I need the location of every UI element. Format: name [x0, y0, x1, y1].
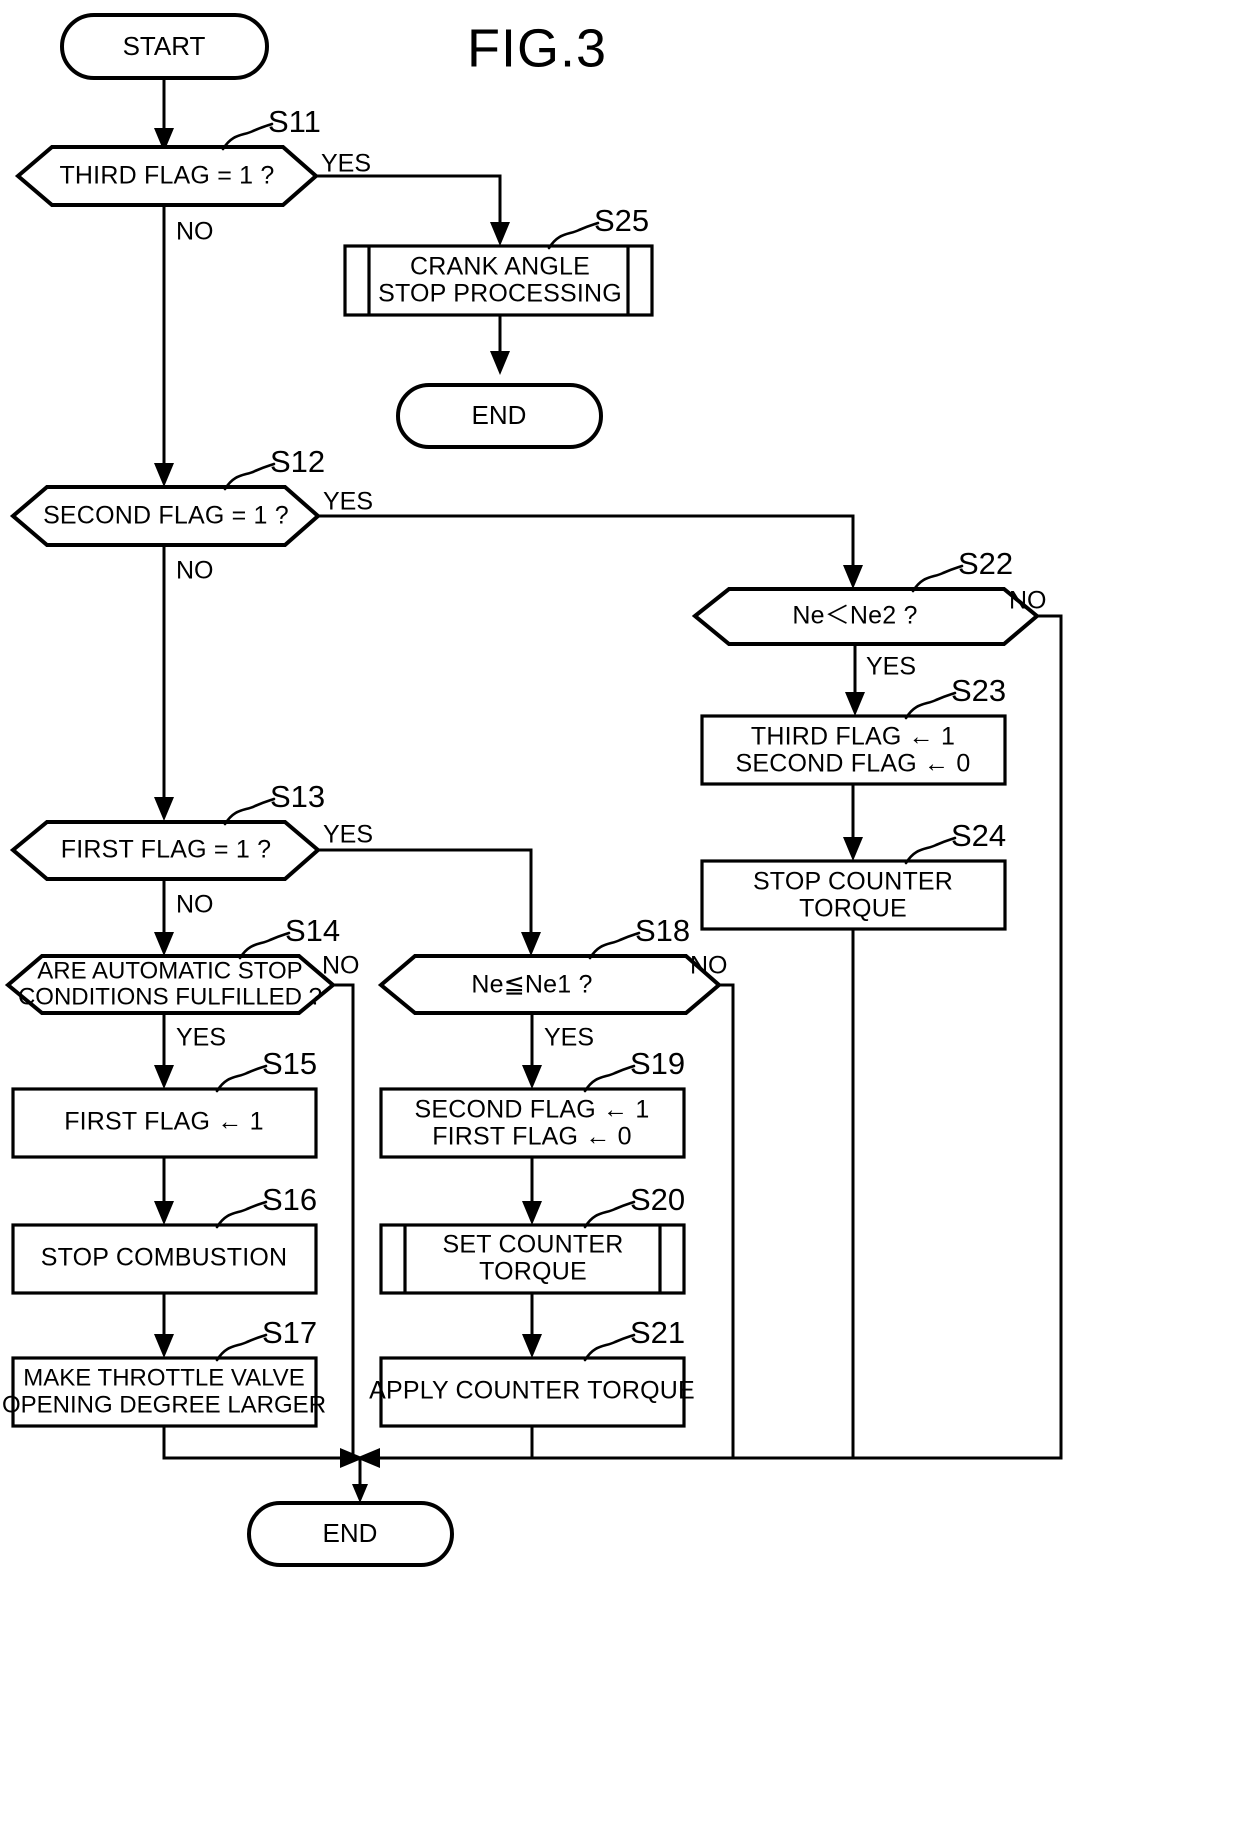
branch-s11-yes: YES — [321, 150, 371, 178]
node-s17-line2: OPENING DEGREE LARGER — [2, 1391, 326, 1418]
flowchart-canvas: FIG.3 START THIRD FLAG = 1 ? S11 YES NO … — [0, 0, 1240, 1826]
node-s23-line1: THIRD FLAG ← 1 — [751, 723, 955, 751]
node-s14-step-label: S14 — [285, 913, 340, 948]
node-s23-step-label: S23 — [951, 673, 1006, 708]
node-s17-line1: MAKE THROTTLE VALVE — [23, 1364, 304, 1391]
terminator-end-bottom: END — [247, 1501, 454, 1567]
branch-s18-yes: YES — [544, 1024, 594, 1052]
node-s20-line2: TORQUE — [479, 1258, 587, 1286]
flowchart-figure: FIG.3 START THIRD FLAG = 1 ? S11 YES NO … — [0, 0, 1240, 1826]
node-s25: CRANK ANGLE STOP PROCESSING — [343, 244, 654, 317]
branch-s13-no: NO — [176, 891, 214, 919]
terminator-start-label: START — [123, 31, 206, 61]
branch-s22-no: NO — [1009, 587, 1047, 615]
node-s19: SECOND FLAG ← 1 FIRST FLAG ← 0 — [379, 1087, 686, 1159]
terminator-end-top-label: END — [472, 400, 527, 430]
node-s16: STOP COMBUSTION — [11, 1223, 318, 1295]
node-s21-step-label: S21 — [630, 1315, 685, 1350]
node-s11-text: THIRD FLAG = 1 ? — [59, 162, 274, 190]
node-s24-line1: STOP COUNTER — [753, 868, 953, 896]
terminator-start: START — [60, 13, 269, 80]
branch-s18-no: NO — [690, 952, 728, 980]
branch-s14-yes: YES — [176, 1024, 226, 1052]
node-s12-text: SECOND FLAG = 1 ? — [43, 502, 289, 530]
node-s18-step-label: S18 — [635, 913, 690, 948]
node-s14-line1: ARE AUTOMATIC STOP — [37, 957, 302, 984]
branch-s22-yes: YES — [866, 653, 916, 681]
node-s15: FIRST FLAG ← 1 — [11, 1087, 318, 1159]
node-s22: Ne＜Ne2 ? — [691, 587, 1041, 646]
node-s15-step-label: S15 — [262, 1046, 317, 1081]
terminator-end-top: END — [396, 383, 603, 449]
node-s16-step-label: S16 — [262, 1182, 317, 1217]
node-s20-step-label: S20 — [630, 1182, 685, 1217]
node-s25-line1: CRANK ANGLE — [410, 253, 590, 281]
node-s14-line2: CONDITIONS FULFILLED ? — [18, 983, 322, 1010]
node-s21: APPLY COUNTER TORQUE — [369, 1356, 695, 1428]
node-s25-line2: STOP PROCESSING — [378, 280, 622, 308]
figure-title: FIG.3 — [467, 18, 607, 78]
node-s12-step-label: S12 — [270, 444, 325, 479]
node-s15-line1: FIRST FLAG ← 1 — [64, 1108, 264, 1136]
node-s19-line2: FIRST FLAG ← 0 — [432, 1123, 632, 1151]
node-s23: THIRD FLAG ← 1 SECOND FLAG ← 0 — [700, 714, 1007, 786]
branch-s12-no: NO — [176, 557, 214, 585]
node-s23-line2: SECOND FLAG ← 0 — [736, 750, 971, 778]
node-s19-step-label: S19 — [630, 1046, 685, 1081]
node-s24-line2: TORQUE — [799, 895, 907, 923]
branch-s13-yes: YES — [323, 821, 373, 849]
node-s16-line1: STOP COMBUSTION — [41, 1244, 288, 1272]
node-s17: MAKE THROTTLE VALVE OPENING DEGREE LARGE… — [2, 1356, 326, 1428]
node-s24-step-label: S24 — [951, 818, 1006, 853]
node-s13-step-label: S13 — [270, 779, 325, 814]
node-s19-line1: SECOND FLAG ← 1 — [415, 1096, 650, 1124]
node-s18-text: Ne≦Ne1 ? — [471, 971, 592, 999]
branch-s11-no: NO — [176, 218, 214, 246]
node-s22-text: Ne＜Ne2 ? — [792, 602, 917, 630]
node-s11: THIRD FLAG = 1 ? — [14, 145, 320, 207]
branch-s14-no: NO — [322, 952, 360, 980]
node-s24: STOP COUNTER TORQUE — [700, 859, 1007, 931]
node-s12: SECOND FLAG = 1 ? — [9, 485, 322, 547]
node-s21-line1: APPLY COUNTER TORQUE — [369, 1377, 695, 1405]
node-s25-step-label: S25 — [594, 203, 649, 238]
node-s17-step-label: S17 — [262, 1315, 317, 1350]
terminator-end-bottom-label: END — [323, 1518, 378, 1548]
node-s13: FIRST FLAG = 1 ? — [9, 820, 322, 881]
node-s22-step-label: S22 — [958, 546, 1013, 581]
node-s20-line1: SET COUNTER — [443, 1231, 624, 1259]
node-s11-step-label: S11 — [268, 104, 321, 139]
node-s18: Ne≦Ne1 ? — [377, 954, 723, 1015]
node-s20: SET COUNTER TORQUE — [379, 1223, 686, 1295]
node-s14: ARE AUTOMATIC STOP CONDITIONS FULFILLED … — [4, 954, 337, 1015]
branch-s12-yes: YES — [323, 488, 373, 516]
node-s13-text: FIRST FLAG = 1 ? — [61, 836, 271, 864]
